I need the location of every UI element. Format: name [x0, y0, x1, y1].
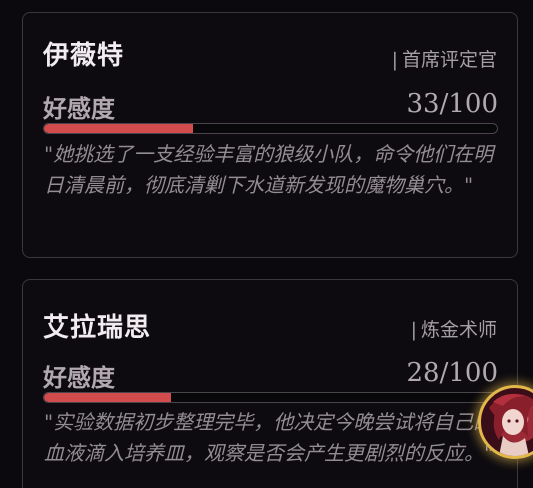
- character-name: 艾拉瑞思: [43, 313, 152, 343]
- affection-bar-fill: [44, 124, 194, 133]
- affection-label: 好感度: [43, 94, 115, 123]
- character-quote: "实验数据初步整理完毕，他决定今晚尝试将自己的血液滴入培养皿，观察是否会产生更剧…: [44, 410, 494, 465]
- character-panel: 伊薇特 | 首席评定官 好感度 33/100 "她挑选了一支经验丰富的狼级小队，命…: [0, 0, 533, 488]
- role-separator: |: [410, 319, 417, 341]
- character-name: 伊薇特: [43, 41, 125, 71]
- affection-bar: [43, 392, 498, 403]
- character-quote: "她挑选了一支经验丰富的狼级小队，命令他们在明日清晨前，彻底清剿下水道新发现的魔…: [44, 142, 494, 197]
- character-card[interactable]: 伊薇特 | 首席评定官 好感度 33/100 "她挑选了一支经验丰富的狼级小队，命…: [22, 12, 518, 258]
- affection-value: 28/100: [406, 358, 498, 388]
- affection-bar: [43, 123, 498, 134]
- character-role: | 首席评定官: [392, 45, 497, 72]
- character-card[interactable]: 艾拉瑞思 | 炼金术师 好感度 28/100 "实验数据初步整理完毕，他决定今晚尝…: [22, 279, 518, 488]
- role-label: 炼金术师: [420, 319, 497, 341]
- affection-label: 好感度: [43, 363, 115, 392]
- avatar-portrait-icon: [489, 393, 533, 456]
- character-role: | 炼金术师: [411, 315, 497, 342]
- affection-bar-fill: [44, 393, 171, 402]
- role-label: 首席评定官: [401, 49, 497, 71]
- affection-value: 33/100: [406, 89, 498, 119]
- role-separator: |: [391, 49, 398, 71]
